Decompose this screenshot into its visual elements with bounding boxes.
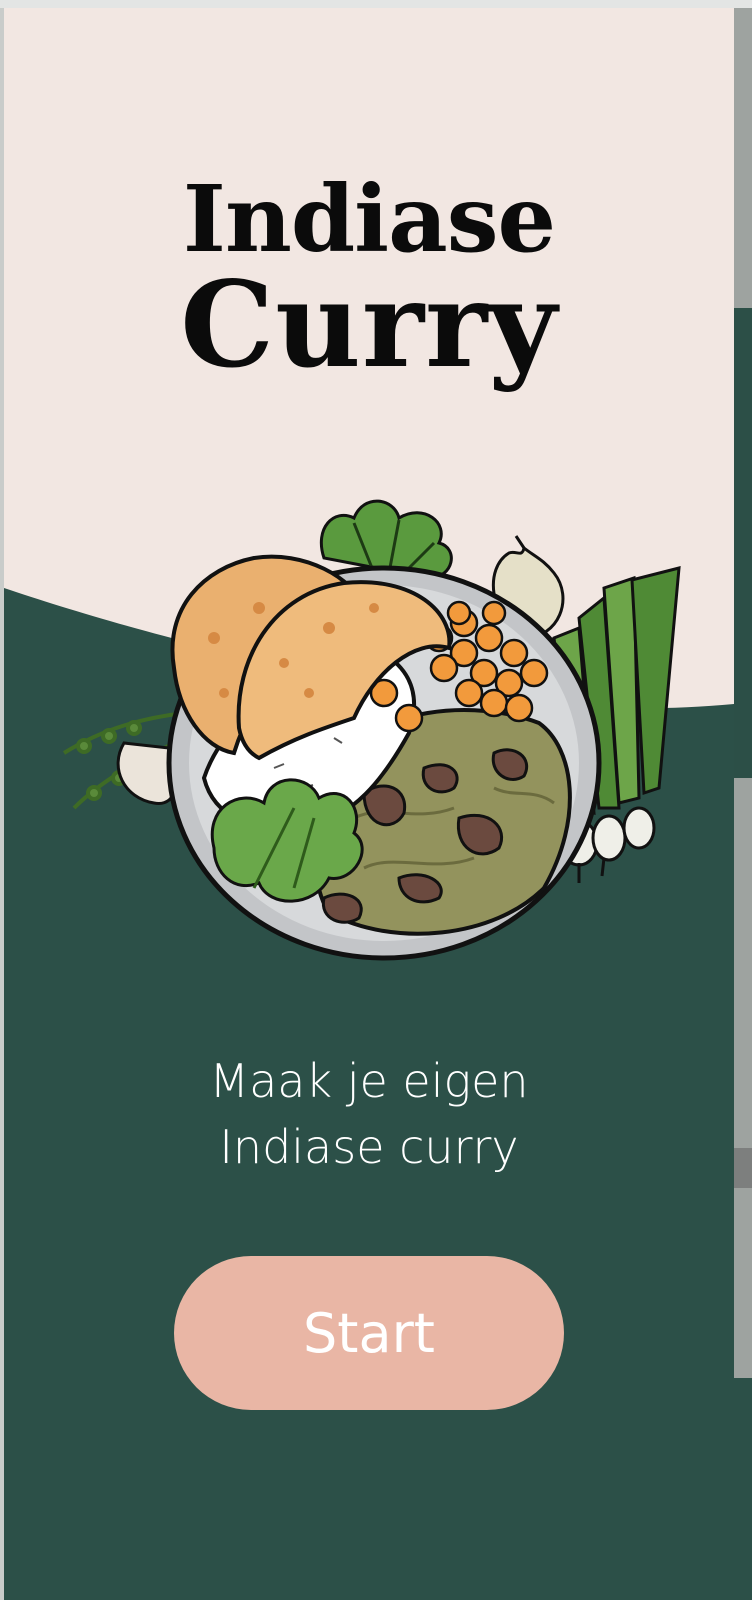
window-top-strip — [0, 0, 752, 8]
tagline-line-1: Maak je eigen — [209, 1054, 529, 1108]
start-button[interactable]: Start — [174, 1256, 564, 1410]
tagline-line-2: Indiase curry — [219, 1120, 519, 1174]
title-line-2: Curry — [180, 255, 558, 394]
title-line-1: Indiase — [182, 165, 556, 273]
curry-plate-illustration — [62, 499, 681, 961]
app-screen: Indiase Curry Maak je eigen Indiase curr… — [4, 8, 734, 1600]
start-button-label: Start — [303, 1301, 435, 1365]
window-right-edge — [734, 8, 752, 1600]
